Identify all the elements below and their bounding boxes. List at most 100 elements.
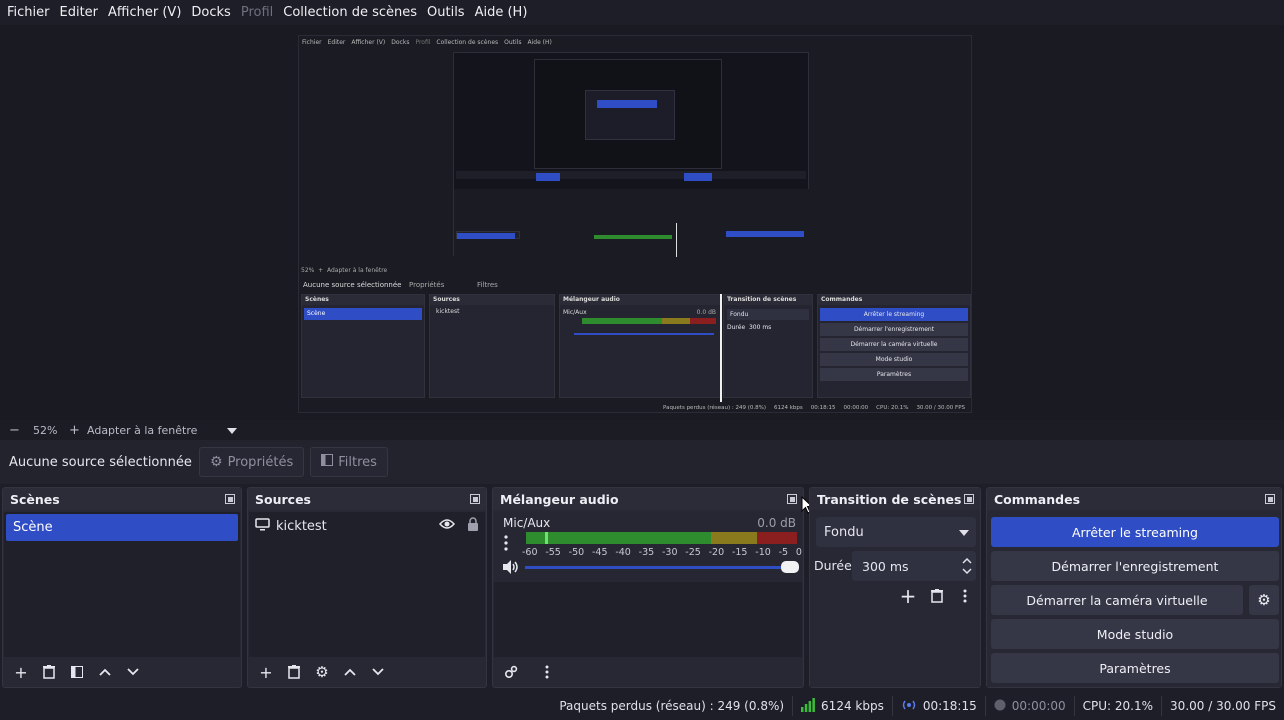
- chevron-down-icon: [959, 525, 969, 540]
- mini-panel-mixer: Mélangeur audio Mic/Aux 0.0 dB: [559, 294, 721, 398]
- meter-tick-label: -10: [755, 547, 771, 558]
- virtual-camera-settings-button[interactable]: ⚙: [1249, 585, 1279, 615]
- volume-slider-track[interactable]: [525, 566, 795, 569]
- filter-icon[interactable]: [65, 660, 89, 684]
- mini-menu-item: Outils: [504, 38, 522, 46]
- mixer-body: Mic/Aux 0.0 dB -60 -55 -50 -45 -40 -35 -30 -25-…: [494, 512, 802, 657]
- menu-profil: Profil: [240, 5, 274, 20]
- chevron-down-icon[interactable]: [227, 424, 237, 437]
- filters-button[interactable]: Filtres: [310, 447, 388, 477]
- menu-bar: Fichier Editer Afficher (V) Docks Profil…: [0, 0, 1284, 25]
- commands-header: Commandes: [987, 488, 1281, 510]
- studio-mode-button[interactable]: Mode studio: [991, 619, 1279, 649]
- kebab-menu-icon[interactable]: [504, 535, 508, 554]
- eye-icon[interactable]: [439, 518, 455, 534]
- mini-props: Propriétés: [409, 281, 445, 289]
- add-icon[interactable]: +: [9, 660, 33, 684]
- meter-tick-label: -45: [591, 547, 608, 558]
- add-icon[interactable]: +: [896, 584, 920, 608]
- scenes-toolbar: +: [3, 657, 241, 687]
- float-icon[interactable]: [787, 494, 797, 504]
- mini-panel-scenes: Scènes Scène: [301, 294, 425, 398]
- menu-editer[interactable]: Editer: [55, 5, 104, 20]
- recording-time-status: 00:00:00: [984, 696, 1074, 716]
- speaker-icon[interactable]: [502, 560, 520, 577]
- advanced-audio-icon[interactable]: [499, 660, 523, 684]
- zoom-in-button[interactable]: +: [69, 423, 87, 438]
- menu-fichier[interactable]: Fichier: [2, 5, 55, 20]
- chevron-up-icon[interactable]: [93, 660, 117, 684]
- chevron-up-icon[interactable]: [962, 558, 972, 564]
- add-icon[interactable]: +: [254, 660, 278, 684]
- zoom-fit-select[interactable]: Adapter à la fenêtre: [87, 424, 227, 437]
- sources-list: kicktest: [249, 512, 485, 657]
- volume-meter-green: [526, 532, 711, 544]
- fps-text: 30.00 / 30.00 FPS: [1170, 699, 1276, 713]
- preview-area[interactable]: Fichier Editer Afficher (V) Docks Profil…: [0, 25, 1284, 420]
- preview-canvas[interactable]: Fichier Editer Afficher (V) Docks Profil…: [298, 35, 972, 413]
- chevron-up-icon[interactable]: [338, 660, 362, 684]
- trash-icon[interactable]: [282, 660, 306, 684]
- properties-button[interactable]: ⚙ Propriétés: [199, 447, 305, 477]
- start-virtual-camera-button[interactable]: Démarrer la caméra virtuelle: [991, 585, 1243, 615]
- mini-no-source: Aucune source sélectionnée: [303, 281, 402, 289]
- meter-tick-label: -5: [778, 547, 789, 558]
- meter-tick-label: -55: [545, 547, 561, 558]
- signal-bars-icon: [801, 697, 815, 715]
- stream-time-text: 00:18:15: [922, 699, 977, 713]
- kebab-menu-icon[interactable]: [535, 660, 559, 684]
- stop-streaming-button[interactable]: Arrêter le streaming: [991, 517, 1279, 547]
- transition-header: Transition de scènes: [810, 488, 980, 510]
- menu-collection-scenes[interactable]: Collection de scènes: [278, 5, 422, 20]
- zoom-out-button[interactable]: −: [9, 423, 29, 438]
- chevron-down-icon[interactable]: [366, 660, 390, 684]
- sources-dock: Sources kicktest + ⚙: [247, 487, 487, 688]
- duration-label: Durée: [814, 558, 852, 573]
- chevron-down-icon[interactable]: [962, 568, 972, 574]
- source-item[interactable]: kicktest: [255, 514, 479, 538]
- kebab-menu-icon[interactable]: [953, 584, 977, 608]
- start-recording-button[interactable]: Démarrer l'enregistrement: [991, 551, 1279, 581]
- menu-outils[interactable]: Outils: [422, 5, 470, 20]
- scenes-list: Scène: [4, 512, 240, 657]
- audio-mixer-header: Mélangeur audio: [493, 488, 803, 510]
- filter-icon: [321, 454, 334, 470]
- settings-button[interactable]: Paramètres: [991, 653, 1279, 683]
- float-icon[interactable]: [1265, 494, 1275, 504]
- float-icon[interactable]: [964, 494, 974, 504]
- scenes-dock-header: Scènes: [3, 488, 241, 510]
- menu-afficher[interactable]: Afficher (V): [103, 5, 186, 20]
- menu-docks[interactable]: Docks: [186, 5, 235, 20]
- source-toolbar: Aucune source sélectionnée ⚙ Propriétés …: [0, 440, 1284, 484]
- trash-icon[interactable]: [925, 584, 949, 608]
- mini-panel-sources: Sources kicktest: [429, 294, 555, 398]
- meter-tick-label: -25: [685, 547, 701, 558]
- menu-aide[interactable]: Aide (H): [470, 5, 533, 20]
- float-icon[interactable]: [470, 494, 480, 504]
- stream-time-status: 00:18:15: [891, 696, 985, 716]
- transition-select[interactable]: Fondu: [816, 517, 976, 547]
- mini-menu: Fichier Editer Afficher (V) Docks Profil…: [299, 36, 971, 48]
- mini-menu-item: Afficher (V): [351, 38, 386, 46]
- chevron-down-icon[interactable]: [121, 660, 145, 684]
- volume-meter-yellow: [711, 532, 757, 544]
- status-bar: Paquets perdus (réseau) : 249 (0.8%) 612…: [0, 692, 1284, 720]
- volume-slider-handle[interactable]: [781, 561, 799, 573]
- monitor-icon: [255, 517, 270, 535]
- zoom-value: 52%: [33, 423, 58, 437]
- scene-item[interactable]: Scène: [6, 514, 238, 541]
- float-icon[interactable]: [225, 494, 235, 504]
- gear-icon[interactable]: ⚙: [310, 660, 334, 684]
- lock-icon[interactable]: [467, 517, 479, 535]
- broadcast-icon: [901, 699, 917, 714]
- mini-menu-item: Editer: [327, 38, 346, 46]
- scenes-dock: Scènes Scène +: [2, 487, 242, 688]
- commands-title: Commandes: [994, 491, 1081, 507]
- trash-icon[interactable]: [37, 660, 61, 684]
- mixer-db-value: 0.0 dB: [757, 516, 796, 530]
- transition-title: Transition de scènes: [817, 491, 962, 507]
- meter-tick-label: -30: [661, 547, 678, 558]
- filters-label: Filtres: [338, 454, 377, 470]
- bitrate-status: 6124 kbps: [792, 696, 892, 716]
- duration-spinbox[interactable]: 300 ms: [852, 551, 976, 581]
